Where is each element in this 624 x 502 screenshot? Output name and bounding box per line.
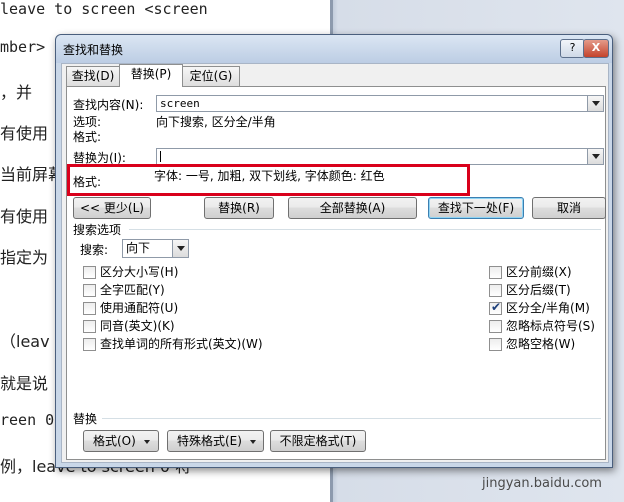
- checkbox-box[interactable]: [83, 338, 96, 351]
- search-direction-value: 向下: [126, 241, 151, 255]
- doc-line: 指定为: [0, 248, 49, 267]
- dialog-title: 查找和替换: [63, 43, 124, 57]
- find-replace-dialog: 查找和替换 ? X 查找(D) 替换(P) 定位(G) 查找内容(N): scr…: [55, 34, 613, 468]
- checkbox-box[interactable]: [83, 284, 96, 297]
- checkbox-box[interactable]: [489, 338, 502, 351]
- checkbox-label: 区分后缀(T): [506, 283, 571, 297]
- checkbox-box[interactable]: [83, 320, 96, 333]
- dialog-client: 查找(D) 替换(P) 定位(G) 查找内容(N): screen 选项: 向下…: [61, 63, 609, 463]
- find-input[interactable]: screen: [156, 95, 604, 112]
- checkbox-label: 使用通配符(U): [100, 301, 179, 315]
- checkbox-label: 同音(英文)(K): [100, 319, 175, 333]
- replace-dropdown-button[interactable]: [587, 149, 603, 164]
- dialog-titlebar[interactable]: 查找和替换 ? X: [56, 35, 612, 63]
- special-format-button[interactable]: 特殊格式(E): [167, 430, 264, 452]
- doc-line: ，并: [0, 83, 33, 102]
- no-formatting-button[interactable]: 不限定格式(T): [270, 430, 366, 452]
- search-direction-dropdown[interactable]: [172, 240, 188, 257]
- help-button[interactable]: ?: [560, 39, 585, 58]
- doc-line: reen 0: [0, 411, 55, 429]
- search-direction-select[interactable]: 向下: [122, 239, 189, 258]
- format-button-label: 格式(O): [93, 434, 136, 448]
- find-next-button[interactable]: 查找下一处(F): [428, 197, 524, 219]
- tab-goto[interactable]: 定位(G): [182, 66, 240, 86]
- checkbox-box[interactable]: [489, 266, 502, 279]
- tab-replace[interactable]: 替换(P): [119, 64, 183, 87]
- find-format-label: 格式:: [73, 130, 102, 144]
- checkbox-label: 区分大小写(H): [100, 265, 179, 279]
- doc-line: （leav: [0, 332, 50, 351]
- replace-button[interactable]: 替换(R): [204, 197, 274, 219]
- chevron-down-icon: [592, 101, 600, 106]
- replace-panel: 查找内容(N): screen 选项: 向下搜索, 区分全/半角 格式: 替换为…: [66, 86, 606, 460]
- find-dropdown-button[interactable]: [587, 96, 603, 111]
- replace-section-divider: [102, 418, 601, 419]
- checkbox-box[interactable]: ✔: [489, 300, 502, 315]
- checkbox-box[interactable]: [489, 320, 502, 333]
- checkbox-label: 忽略空格(W): [506, 337, 576, 351]
- text-caret: [160, 151, 161, 162]
- checkbox-box[interactable]: [489, 284, 502, 297]
- replace-input[interactable]: [156, 148, 604, 165]
- checkbox-box[interactable]: [83, 266, 96, 279]
- replace-all-button[interactable]: 全部替换(A): [288, 197, 417, 219]
- checkbox-label: 查找单词的所有形式(英文)(W): [100, 337, 263, 351]
- format-highlight-box: [67, 164, 470, 196]
- doc-line: leave to screen <screen: [0, 0, 208, 18]
- search-options-divider: [129, 229, 601, 230]
- checkbox-label: 全字匹配(Y): [100, 283, 165, 297]
- doc-line: 有使用: [0, 124, 49, 143]
- search-options-title: 搜索选项: [73, 223, 122, 237]
- tab-find[interactable]: 查找(D): [66, 66, 120, 86]
- checkbox-box[interactable]: [83, 302, 96, 315]
- less-button[interactable]: << 更少(L): [73, 197, 151, 219]
- cancel-button[interactable]: 取消: [532, 197, 606, 219]
- format-menu-button[interactable]: 格式(O): [83, 430, 159, 452]
- find-input-value: screen: [160, 97, 200, 110]
- search-direction-label: 搜索:: [80, 243, 109, 257]
- checkmark-icon: ✔: [491, 300, 502, 314]
- checkbox-label: 区分全/半角(M): [506, 301, 590, 315]
- close-button[interactable]: X: [583, 39, 609, 58]
- options-value: 向下搜索, 区分全/半角: [156, 115, 276, 129]
- chevron-down-icon: [592, 154, 600, 159]
- doc-line: 就是说: [0, 374, 49, 393]
- chevron-down-icon: [177, 246, 185, 251]
- checkbox-label: 区分前缀(X): [506, 265, 572, 279]
- doc-line: mber>: [0, 38, 46, 56]
- watermark-url: jingyan.baidu.com: [482, 476, 602, 491]
- checkbox-label: 忽略标点符号(S): [506, 319, 595, 333]
- special-format-label: 特殊格式(E): [177, 434, 242, 448]
- replace-section-title: 替换: [73, 412, 98, 426]
- find-label: 查找内容(N):: [73, 98, 144, 112]
- doc-line: 有使用: [0, 207, 49, 226]
